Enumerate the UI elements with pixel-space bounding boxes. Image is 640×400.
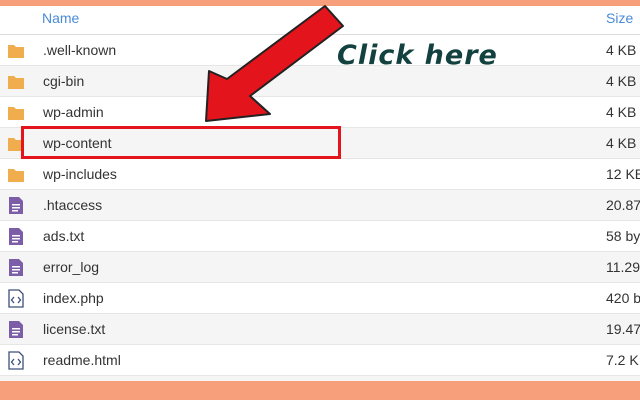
file-size: 4 KB xyxy=(606,135,637,151)
file-size: 4 KB xyxy=(606,42,637,58)
file-row[interactable]: wp-includes 12 KB xyxy=(0,159,640,190)
file-size: 12 KB xyxy=(606,166,640,182)
file-name: readme.html xyxy=(43,352,121,368)
file-row[interactable]: cgi-bin 4 KB xyxy=(0,66,640,97)
file-name: cgi-bin xyxy=(43,73,85,89)
file-name: license.txt xyxy=(43,321,106,337)
bottom-frame-strip xyxy=(0,381,640,400)
file-size: 7.2 KI xyxy=(606,352,640,368)
code-file-icon xyxy=(7,289,25,308)
file-row[interactable]: index.php 420 b xyxy=(0,283,640,314)
file-size: 420 b xyxy=(606,290,640,306)
file-size: 20.87 xyxy=(606,197,640,213)
folder-icon xyxy=(7,41,25,60)
folder-icon xyxy=(7,103,25,122)
file-size: 11.29 xyxy=(606,259,640,275)
file-size: 4 KB xyxy=(606,73,637,89)
file-name: wp-admin xyxy=(43,104,104,120)
file-name: ads.txt xyxy=(43,228,85,244)
text-file-icon xyxy=(7,320,25,339)
file-size: 4 KB xyxy=(606,104,637,120)
file-size: 58 by xyxy=(606,228,640,244)
file-name: index.php xyxy=(43,290,104,306)
file-row[interactable]: readme.html 7.2 KI xyxy=(0,345,640,376)
file-row[interactable]: ads.txt 58 by xyxy=(0,221,640,252)
click-here-label: Click here xyxy=(337,40,498,71)
file-manager-panel: Name Size .well-known 4 KB cgi-bin 4 KB … xyxy=(0,0,640,381)
highlight-box xyxy=(21,126,341,159)
folder-icon xyxy=(7,72,25,91)
folder-icon xyxy=(7,165,25,184)
file-name: .well-known xyxy=(43,42,117,58)
file-row[interactable]: license.txt 19.47 xyxy=(0,314,640,345)
file-row[interactable]: .well-known 4 KB xyxy=(0,35,640,66)
file-name: error_log xyxy=(43,259,100,275)
text-file-icon xyxy=(7,227,25,246)
file-size: 19.47 xyxy=(606,321,640,337)
file-list-header: Name Size xyxy=(0,6,640,35)
size-column-header[interactable]: Size xyxy=(606,10,633,26)
file-name: wp-includes xyxy=(43,166,117,182)
text-file-icon xyxy=(7,258,25,277)
text-file-icon xyxy=(7,196,25,215)
file-row[interactable]: .htaccess 20.87 xyxy=(0,190,640,221)
name-column-header[interactable]: Name xyxy=(42,10,79,26)
file-name: .htaccess xyxy=(43,197,103,213)
code-file-icon xyxy=(7,351,25,370)
file-row[interactable]: wp-admin 4 KB xyxy=(0,97,640,128)
file-row[interactable]: error_log 11.29 xyxy=(0,252,640,283)
